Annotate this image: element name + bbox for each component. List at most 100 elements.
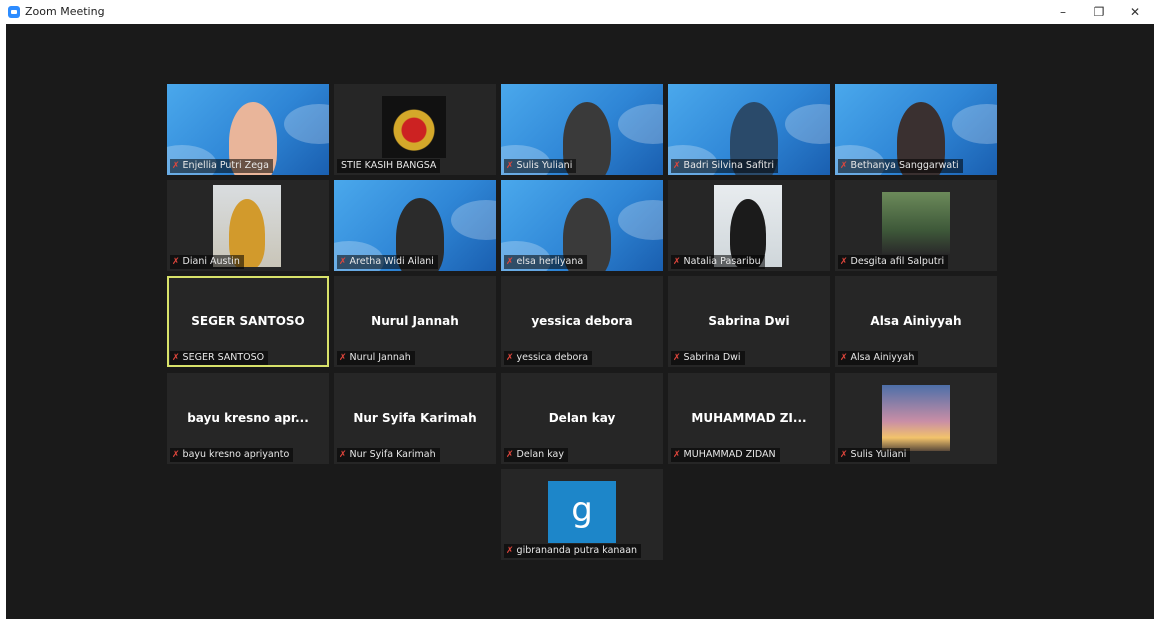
participant-display-name: Alsa Ainiyyah xyxy=(870,314,962,328)
participant-tile[interactable]: ✗ Sulis Yuliani xyxy=(835,373,997,464)
muted-mic-icon: ✗ xyxy=(506,257,514,267)
participant-tile[interactable]: bayu kresno apr... ✗ bayu kresno apriyanto xyxy=(167,373,329,464)
background-shape xyxy=(451,200,496,240)
muted-mic-icon: ✗ xyxy=(840,450,848,460)
muted-mic-icon: ✗ xyxy=(506,353,514,363)
participant-tile[interactable]: ✗ Sulis Yuliani xyxy=(501,84,663,175)
participant-name: Nurul Jannah xyxy=(349,352,411,363)
muted-mic-icon: ✗ xyxy=(172,353,180,363)
participant-name: Diani Austin xyxy=(182,256,240,267)
participant-tile[interactable]: ✗ Aretha Widi Ailani xyxy=(334,180,496,271)
muted-mic-icon: ✗ xyxy=(673,161,681,171)
participant-name: MUHAMMAD ZIDAN xyxy=(683,449,776,460)
participant-name-label: ✗ Nurul Jannah xyxy=(337,351,415,365)
participant-name: Sulis Yuliani xyxy=(516,160,573,171)
participant-tile[interactable]: Sabrina Dwi ✗ Sabrina Dwi xyxy=(668,276,830,367)
participant-display-name: MUHAMMAD ZI... xyxy=(691,411,807,425)
participant-name-label: ✗ Alsa Ainiyyah xyxy=(838,351,919,365)
participant-tile[interactable]: ✗ Desgita afil Salputri xyxy=(835,180,997,271)
muted-mic-icon: ✗ xyxy=(172,161,180,171)
participant-tile[interactable]: MUHAMMAD ZI... ✗ MUHAMMAD ZIDAN xyxy=(668,373,830,464)
participant-name: SEGER SANTOSO xyxy=(182,352,265,363)
participant-display-name: Nurul Jannah xyxy=(371,314,459,328)
participant-name-label: ✗ Badri Silvina Safitri xyxy=(671,159,779,173)
muted-mic-icon: ✗ xyxy=(673,257,681,267)
gallery-view: ✗ Enjellia Putri Zega STIE KASIH BANGSA ✗ Su… xyxy=(6,24,1154,619)
muted-mic-icon: ✗ xyxy=(840,257,848,267)
participant-name-label: ✗ gibrananda putra kanaan xyxy=(504,544,642,558)
participant-name-label: ✗ Sabrina Dwi xyxy=(671,351,745,365)
participant-name: Nur Syifa Karimah xyxy=(349,449,436,460)
background-shape xyxy=(952,104,997,144)
participant-tile[interactable]: ✗ Diani Austin xyxy=(167,180,329,271)
participant-name-label: ✗ elsa herliyana xyxy=(504,255,588,269)
participant-name: Desgita afil Salputri xyxy=(850,256,945,267)
participant-tile[interactable]: ✗ elsa herliyana xyxy=(501,180,663,271)
participant-name-label: ✗ MUHAMMAD ZIDAN xyxy=(671,448,780,462)
participant-name-label: ✗ Nur Syifa Karimah xyxy=(337,448,440,462)
participant-display-name: bayu kresno apr... xyxy=(187,411,309,425)
participant-name-label: ✗ yessica debora xyxy=(504,351,593,365)
participant-tile[interactable]: g ✗ gibrananda putra kanaan xyxy=(501,469,663,560)
restore-button[interactable]: ❐ xyxy=(1082,0,1116,24)
participant-name-label: ✗ Sulis Yuliani xyxy=(838,448,911,462)
minimize-button[interactable]: – xyxy=(1046,0,1080,24)
participant-display-name: yessica debora xyxy=(531,314,633,328)
participant-name-label: ✗ SEGER SANTOSO xyxy=(170,351,269,365)
participant-name-label: ✗ Diani Austin xyxy=(170,255,244,269)
stie-logo xyxy=(382,96,446,158)
participant-name: yessica debora xyxy=(516,352,589,363)
participant-name-label: ✗ Enjellia Putri Zega xyxy=(170,159,273,173)
muted-mic-icon: ✗ xyxy=(673,353,681,363)
participant-tile[interactable]: Nur Syifa Karimah ✗ Nur Syifa Karimah xyxy=(334,373,496,464)
participant-tile[interactable]: ✗ Enjellia Putri Zega xyxy=(167,84,329,175)
participant-tile[interactable]: Alsa Ainiyyah ✗ Alsa Ainiyyah xyxy=(835,276,997,367)
participant-name: Badri Silvina Safitri xyxy=(683,160,775,171)
profile-photo xyxy=(882,385,950,451)
participant-tile[interactable]: ✗ Natalia Pasaribu xyxy=(668,180,830,271)
participant-tile[interactable]: ✗ Bethanya Sanggarwati xyxy=(835,84,997,175)
muted-mic-icon: ✗ xyxy=(339,450,347,460)
muted-mic-icon: ✗ xyxy=(339,257,347,267)
participant-tile[interactable]: ✗ Badri Silvina Safitri xyxy=(668,84,830,175)
profile-photo xyxy=(882,192,950,254)
participant-tile[interactable]: Delan kay ✗ Delan kay xyxy=(501,373,663,464)
participant-tile[interactable]: Nurul Jannah ✗ Nurul Jannah xyxy=(334,276,496,367)
participant-name: Alsa Ainiyyah xyxy=(850,352,915,363)
muted-mic-icon: ✗ xyxy=(840,161,848,171)
participant-tile[interactable]: STIE KASIH BANGSA xyxy=(334,84,496,175)
muted-mic-icon: ✗ xyxy=(172,450,180,460)
participant-name-label: STIE KASIH BANGSA xyxy=(337,159,441,173)
participant-display-name: Delan kay xyxy=(548,411,616,425)
close-button[interactable]: ✕ xyxy=(1118,0,1152,24)
background-shape xyxy=(284,104,329,144)
background-shape xyxy=(785,104,830,144)
muted-mic-icon: ✗ xyxy=(673,450,681,460)
participant-name-label: ✗ Sulis Yuliani xyxy=(504,159,577,173)
background-shape xyxy=(618,104,663,144)
muted-mic-icon: ✗ xyxy=(506,450,514,460)
muted-mic-icon: ✗ xyxy=(172,257,180,267)
participant-name: Natalia Pasaribu xyxy=(683,256,761,267)
muted-mic-icon: ✗ xyxy=(506,546,514,556)
participant-name: Bethanya Sanggarwati xyxy=(850,160,959,171)
participant-name-label: ✗ bayu kresno apriyanto xyxy=(170,448,294,462)
participant-name: gibrananda putra kanaan xyxy=(516,545,638,556)
participant-name: Delan kay xyxy=(516,449,564,460)
participant-name-label: ✗ Delan kay xyxy=(504,448,568,462)
participant-name-label: ✗ Natalia Pasaribu xyxy=(671,255,765,269)
participant-name-label: ✗ Desgita afil Salputri xyxy=(838,255,949,269)
participant-name: Enjellia Putri Zega xyxy=(182,160,269,171)
participant-tile[interactable]: yessica debora ✗ yessica debora xyxy=(501,276,663,367)
muted-mic-icon: ✗ xyxy=(506,161,514,171)
participant-name: bayu kresno apriyanto xyxy=(182,449,290,460)
window-titlebar: Zoom Meeting – ❐ ✕ xyxy=(0,0,1160,24)
participant-tile[interactable]: SEGER SANTOSO ✗ SEGER SANTOSO xyxy=(167,276,329,367)
participant-display-name: Sabrina Dwi xyxy=(708,314,790,328)
participant-name: Sabrina Dwi xyxy=(683,352,741,363)
participant-name: STIE KASIH BANGSA xyxy=(341,160,437,171)
participant-name-label: ✗ Aretha Widi Ailani xyxy=(337,255,438,269)
zoom-app-icon xyxy=(8,6,20,18)
participant-display-name: Nur Syifa Karimah xyxy=(353,411,477,425)
window-title: Zoom Meeting xyxy=(25,5,105,18)
